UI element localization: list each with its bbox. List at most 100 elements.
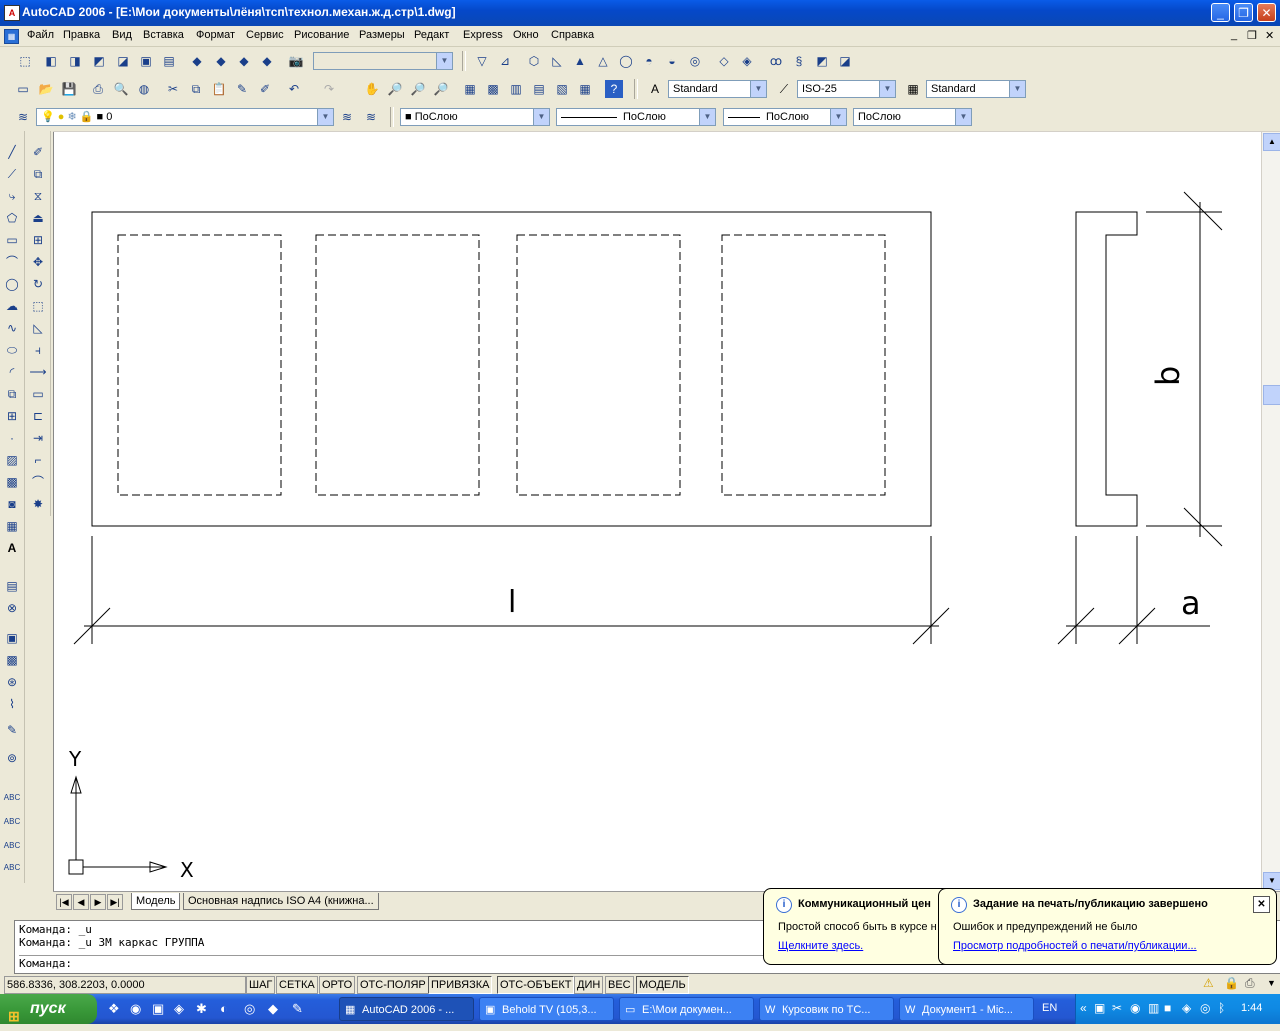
join-icon[interactable]: ⇥ (29, 429, 47, 447)
iso-ne-icon[interactable]: ◆ (235, 52, 253, 70)
language-indicator[interactable]: EN (1042, 1002, 1057, 1014)
calculator-icon[interactable]: ▦ (576, 80, 594, 98)
tray-icon-5[interactable]: ■ (1164, 1001, 1171, 1015)
cone-icon[interactable]: △ (594, 52, 612, 70)
dim-style-icon[interactable]: ⟋ (775, 80, 793, 98)
erase-icon[interactable]: ✐ (29, 143, 47, 161)
status-menu-arrow[interactable]: ▼ (1267, 978, 1276, 988)
tray-icon-1[interactable]: ▣ (1094, 1001, 1105, 1015)
undo-icon[interactable]: ↶ (285, 80, 303, 98)
wedge-icon[interactable]: ⊿ (496, 52, 514, 70)
maximize-button[interactable]: ❐ (1234, 3, 1253, 22)
redo-icon[interactable]: ↷ (320, 80, 338, 98)
line-icon[interactable]: ╱ (3, 143, 21, 161)
revcloud-icon[interactable]: ☁ (3, 297, 21, 315)
copy-icon[interactable]: ⧉ (187, 80, 205, 98)
gradient-icon[interactable]: ▩ (3, 473, 21, 491)
iso-se-icon[interactable]: ◆ (212, 52, 230, 70)
color-select[interactable]: ■ ПоСлою ▼ (400, 108, 550, 126)
autocad-app-icon[interactable]: A (4, 5, 20, 21)
menu-format[interactable]: Формат (196, 29, 235, 41)
hatch-icon[interactable]: ▨ (3, 451, 21, 469)
tray-icon-3[interactable]: ◉ (1130, 1001, 1140, 1015)
camera-icon[interactable]: 📷 (287, 52, 305, 70)
view-front-icon[interactable]: ▣ (137, 52, 155, 70)
lwt-button[interactable]: ВЕС (605, 976, 634, 994)
copy-object-icon[interactable]: ⧉ (29, 165, 47, 183)
snap-button[interactable]: ШАГ (246, 976, 276, 994)
arc-icon[interactable]: ⌒ (3, 253, 21, 271)
tray-icon-6[interactable]: ◎ (1200, 1001, 1210, 1015)
dome-icon[interactable]: ◓ (640, 52, 658, 70)
doc-minimize-button[interactable]: _ (1231, 29, 1237, 41)
lineweight-select[interactable]: ПоСлою ▼ (723, 108, 847, 126)
antivirus-icon[interactable]: ◈ (1182, 1001, 1191, 1015)
dim-style-select[interactable]: ISO-25 ▼ (797, 80, 896, 98)
layer-previous-icon[interactable]: ≋ (362, 108, 380, 126)
break-icon[interactable]: ⊏ (29, 407, 47, 425)
table-style-select[interactable]: Standard ▼ (926, 80, 1026, 98)
box-icon[interactable]: ▽ (473, 52, 491, 70)
publish-icon[interactable]: ◍ (135, 80, 153, 98)
mesh-icon[interactable]: ◇ (715, 52, 733, 70)
quicklaunch-icon-2[interactable]: ◉ (130, 1001, 141, 1017)
tray-icon-4[interactable]: ▥ (1148, 1001, 1159, 1015)
make-block-icon[interactable]: ⊞ (3, 407, 21, 425)
pan-icon[interactable]: ✋ (363, 80, 381, 98)
chamfer-icon[interactable]: ⌐ (29, 451, 47, 469)
osnap-button[interactable]: ПРИВЯЗКА (428, 976, 493, 994)
doc-restore-button[interactable]: ❐ (1247, 29, 1257, 42)
ortho-button[interactable]: ОРТО (319, 976, 356, 994)
balloon-link[interactable]: Щелкните здесь. (778, 940, 863, 952)
task-behold-tv[interactable]: ▣ Behold TV (105,3... (479, 997, 614, 1021)
menu-window[interactable]: Окно (513, 29, 539, 41)
menu-tools[interactable]: Сервис (246, 29, 284, 41)
fillet-icon[interactable]: ⌒ (29, 473, 47, 491)
coordinates-readout[interactable]: 586.8336, 308.2203, 0.0000 (4, 976, 246, 994)
design-center-icon[interactable]: ▩ (484, 80, 502, 98)
named-view-select[interactable]: ▼ (313, 52, 453, 70)
text-style-tool-icon[interactable]: ABC (3, 837, 21, 855)
task-word-coursework[interactable]: W Курсовик по ТС... (759, 997, 894, 1021)
model-button[interactable]: МОДЕЛЬ (636, 976, 689, 994)
layer-select[interactable]: 💡 ● ❄ 🔒 ■ 0 ▼ (36, 108, 334, 126)
trim-icon[interactable]: ⫞ (29, 341, 47, 359)
menu-express[interactable]: Express (463, 29, 503, 41)
sheet-set-icon[interactable]: ▤ (530, 80, 548, 98)
drawing-canvas[interactable]: l a b Y X (53, 132, 1262, 891)
find-text-icon[interactable]: ABC (3, 813, 21, 831)
array-icon[interactable]: ⊞ (29, 231, 47, 249)
view-left-icon[interactable]: ◩ (90, 52, 108, 70)
cut-icon[interactable]: ✂ (164, 80, 182, 98)
grid-button[interactable]: СЕТКА (276, 976, 318, 994)
layer-manager-icon[interactable]: ≋ (14, 108, 32, 126)
menu-edit[interactable]: Правка (63, 29, 100, 41)
dish-icon[interactable]: ◒ (663, 52, 681, 70)
view-right-icon[interactable]: ◪ (114, 52, 132, 70)
xref-icon[interactable]: ⊗ (3, 599, 21, 617)
scale-icon[interactable]: ⬚ (29, 297, 47, 315)
mirror-icon[interactable]: ⧖ (29, 187, 47, 205)
tray-icon-2[interactable]: ✂ (1112, 1001, 1122, 1015)
inquiry-icon[interactable]: ▤ (3, 577, 21, 595)
make-current-layer-icon[interactable]: ≋ (338, 108, 356, 126)
drawing-svg[interactable]: l a b Y X (54, 132, 1262, 891)
menu-view[interactable]: Вид (112, 29, 132, 41)
iso-sw-icon[interactable]: ◆ (188, 52, 206, 70)
quicklaunch-icon-5[interactable]: ✱ (196, 1001, 207, 1017)
mtext-icon[interactable]: A (3, 539, 21, 557)
rectangle-icon[interactable]: ▭ (3, 231, 21, 249)
scenes-icon[interactable]: ⌇ (3, 695, 21, 713)
stretch-icon[interactable]: ◺ (29, 319, 47, 337)
sphere-icon[interactable]: ◯ (617, 52, 635, 70)
quicklaunch-icon-3[interactable]: ▣ (152, 1001, 164, 1017)
torus-icon[interactable]: ◎ (686, 52, 704, 70)
scale-text-icon[interactable]: ABC (3, 859, 21, 877)
zoom-previous-icon[interactable]: 🔎 (432, 80, 450, 98)
3d-mesh-icon[interactable]: ◈ (738, 52, 756, 70)
iso-nw-icon[interactable]: ◆ (258, 52, 276, 70)
menu-draw[interactable]: Рисование (294, 29, 349, 41)
break-at-point-icon[interactable]: ▭ (29, 385, 47, 403)
quicklaunch-icon-9[interactable]: ✎ (292, 1001, 303, 1017)
close-button[interactable]: ✕ (1257, 3, 1276, 22)
